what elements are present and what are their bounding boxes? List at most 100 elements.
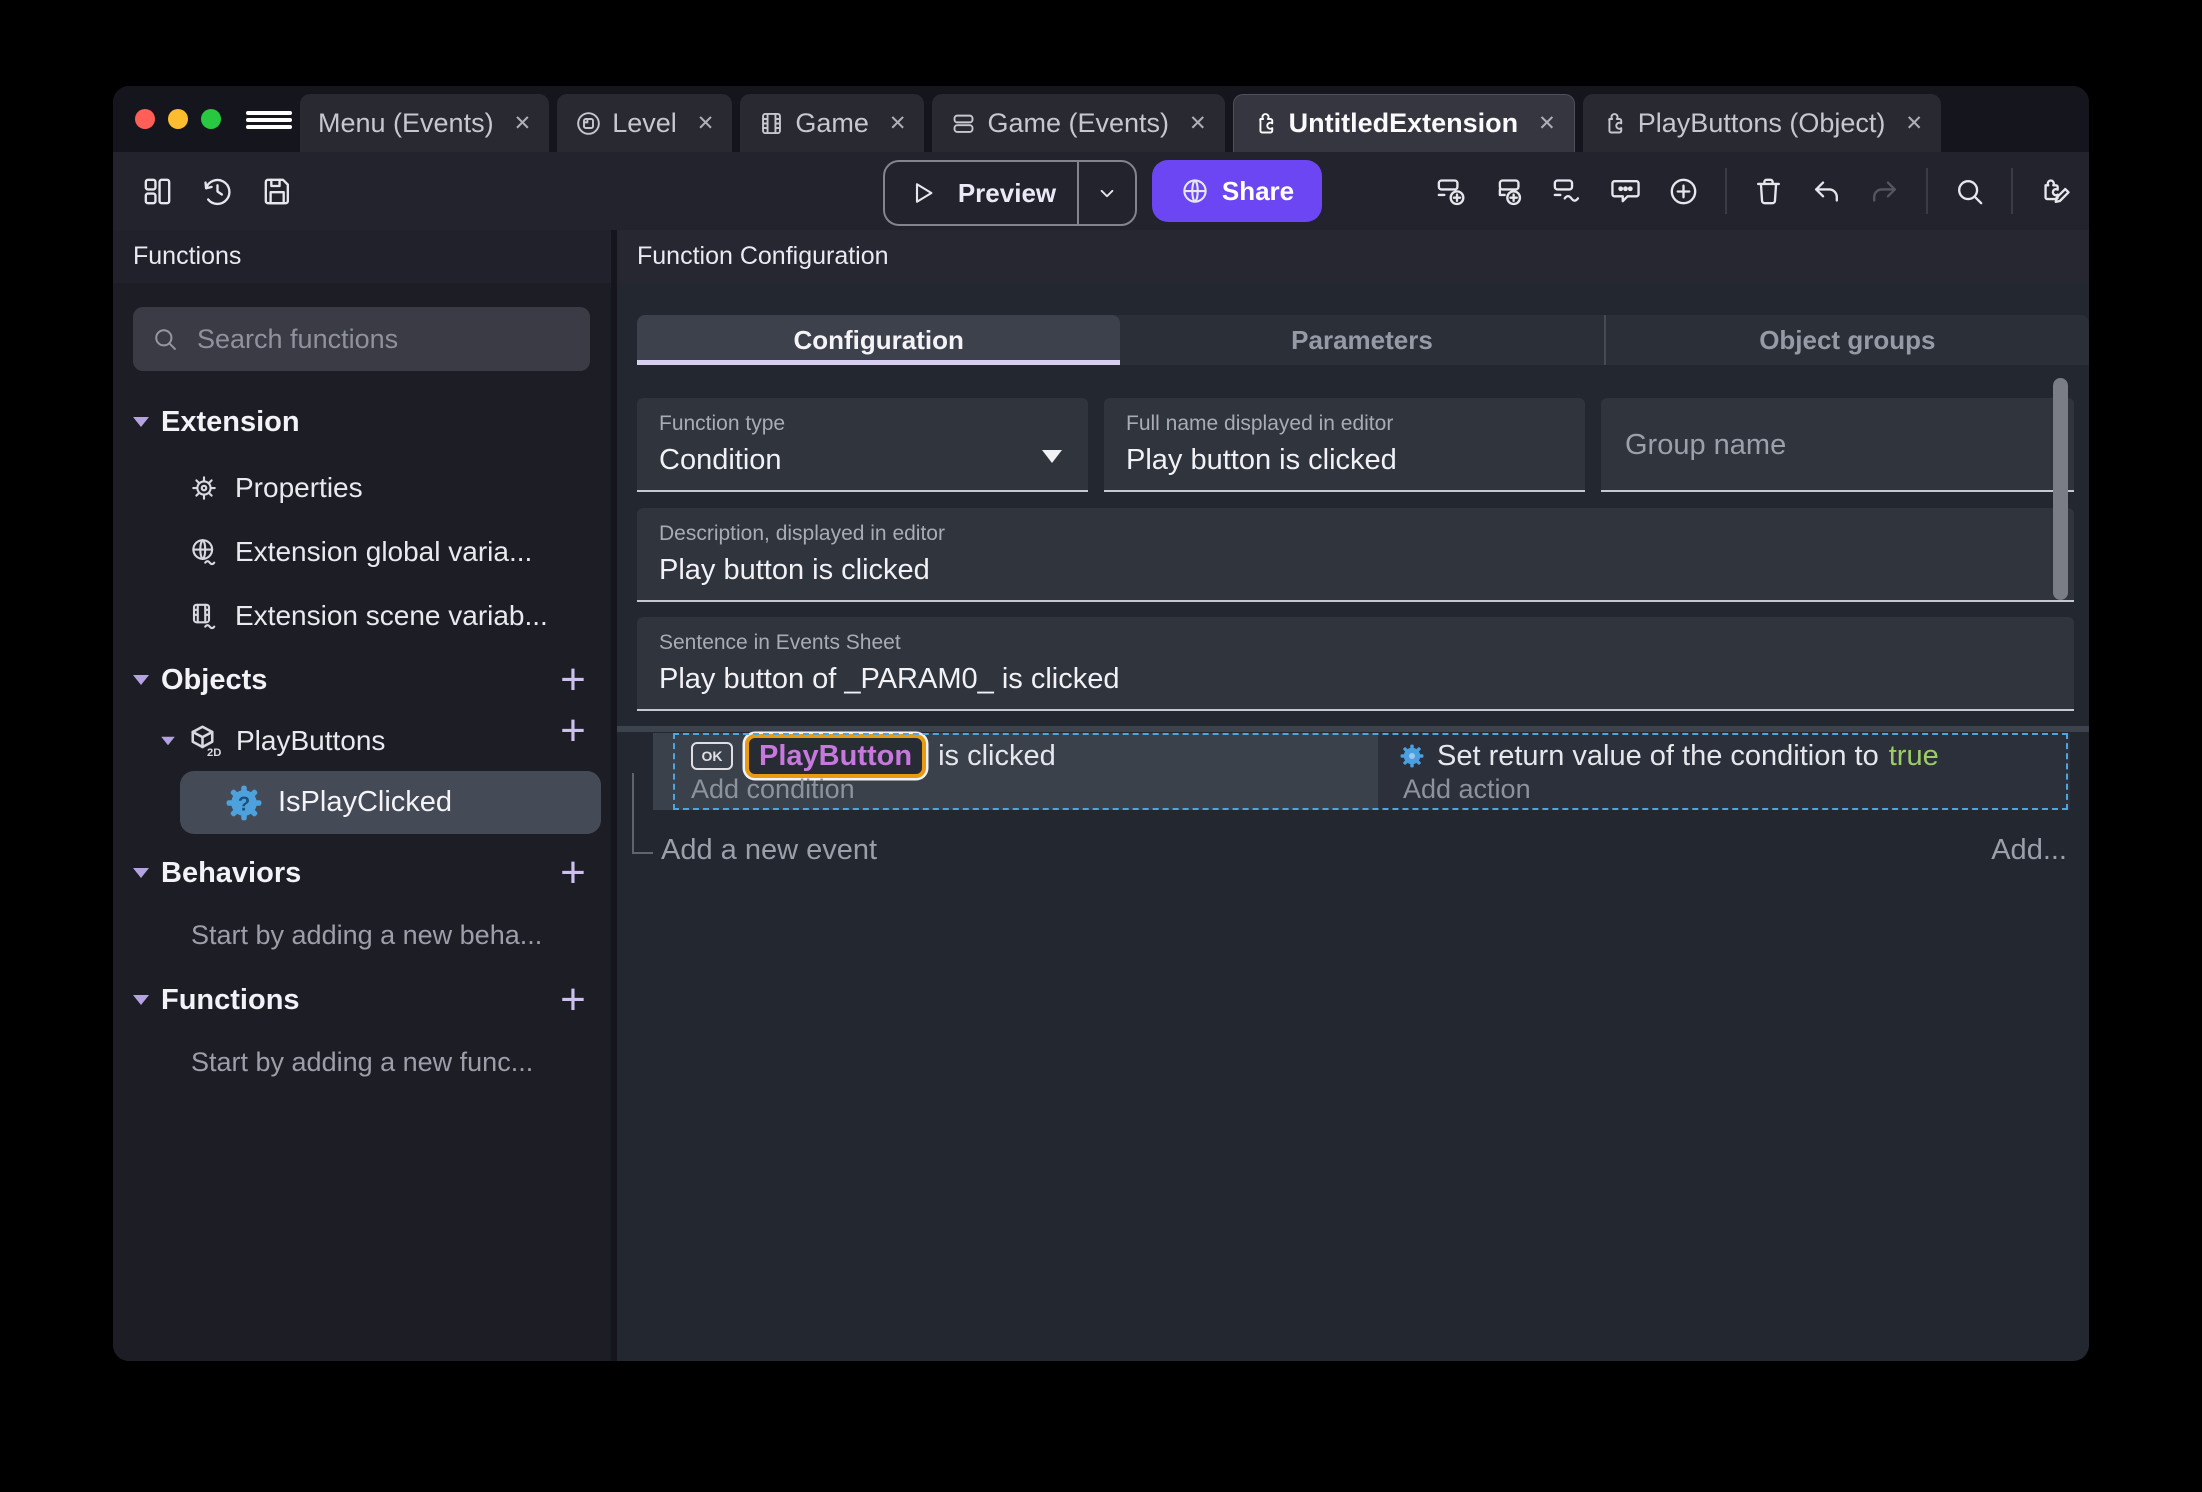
item-label: PlayButtons	[236, 725, 386, 756]
add-subevent-icon[interactable]	[1493, 175, 1526, 208]
tab-game-events[interactable]: Game (Events) ✕	[932, 94, 1225, 152]
sentence-field[interactable]: Sentence in Events Sheet Play button of …	[637, 617, 2074, 711]
event-tree-line	[632, 773, 634, 854]
add-comment-icon[interactable]	[1609, 175, 1642, 208]
sidebar-title: Functions	[113, 230, 611, 283]
tab-label: UntitledExtension	[1288, 108, 1519, 138]
group-name-field[interactable]	[1601, 398, 2074, 492]
full-name-field[interactable]: Full name displayed in editor Play butto…	[1104, 398, 1585, 492]
object-name-chip[interactable]: PlayButton	[745, 734, 927, 778]
close-icon[interactable]: ✕	[514, 111, 532, 136]
add-other-event-icon[interactable]	[1551, 175, 1584, 208]
add-object-button[interactable]: +	[551, 658, 595, 702]
close-icon[interactable]: ✕	[1189, 111, 1207, 136]
collapse-caret-icon[interactable]	[133, 868, 149, 878]
add-free-function-button[interactable]: +	[551, 978, 595, 1022]
field-value: Condition	[659, 444, 782, 476]
close-icon[interactable]: ✕	[1905, 111, 1923, 136]
close-icon[interactable]: ✕	[697, 111, 715, 136]
tab-level[interactable]: Level ✕	[557, 94, 733, 152]
add-condition-link[interactable]: Add condition	[691, 774, 855, 805]
section-label: Extension	[161, 405, 300, 438]
field-value: Play button of _PARAM0_ is clicked	[659, 663, 1120, 695]
functions-empty-hint: Start by adding a new func...	[191, 1046, 534, 1077]
configuration-tabs: Configuration Parameters Object groups	[637, 315, 2089, 365]
condition-row[interactable]: OK PlayButton is clicked	[691, 734, 1056, 778]
preview-button[interactable]: Preview	[883, 160, 1137, 226]
events-sheet-icon	[954, 114, 974, 133]
field-value: Play button is clicked	[659, 554, 930, 586]
sidebar-item-properties[interactable]: Properties	[113, 456, 611, 520]
behaviors-empty-hint: Start by adding a new beha...	[191, 919, 543, 950]
add-behavior-button[interactable]: +	[551, 851, 595, 895]
search-functions-box[interactable]	[133, 307, 590, 371]
tab-label: PlayButtons (Object)	[1637, 107, 1886, 138]
add-function-to-object-button[interactable]: +	[551, 709, 595, 753]
traffic-minimize-button[interactable]	[168, 109, 188, 129]
preview-dropdown-button[interactable]	[1077, 162, 1135, 224]
tab-label: Game (Events)	[987, 107, 1170, 138]
film-icon	[762, 112, 782, 134]
undo-icon[interactable]	[1810, 175, 1843, 208]
add-event-icon[interactable]	[1435, 175, 1468, 208]
section-extension[interactable]: Extension	[113, 402, 611, 442]
add-action-link[interactable]: Add action	[1403, 774, 1531, 805]
circle-plus-icon[interactable]	[1667, 175, 1700, 208]
search-functions-input[interactable]	[195, 322, 539, 356]
collapse-caret-icon[interactable]	[133, 675, 149, 685]
sidebar-item-playbuttons[interactable]: 2D PlayButtons +	[113, 709, 611, 771]
section-objects[interactable]: Objects +	[113, 658, 611, 702]
field-value: Play button is clicked	[1126, 444, 1397, 476]
traffic-zoom-button[interactable]	[201, 109, 221, 129]
sidebar-item-isplayclicked-selected[interactable]: ? IsPlayClicked	[180, 771, 601, 834]
collapse-caret-icon[interactable]	[161, 736, 175, 746]
sidebar-item-extension-global-variables[interactable]: Extension global varia...	[113, 520, 611, 584]
field-label: Function type	[659, 412, 786, 435]
add-more-link[interactable]: Add...	[1991, 834, 2067, 867]
tab-game[interactable]: Game ✕	[740, 94, 925, 152]
toolbar: Preview Share	[113, 152, 2089, 230]
close-icon[interactable]: ✕	[1538, 111, 1556, 136]
section-behaviors[interactable]: Behaviors +	[113, 851, 611, 895]
close-icon[interactable]: ✕	[889, 111, 907, 136]
tab-object-groups[interactable]: Object groups	[1603, 315, 2089, 365]
history-icon[interactable]	[201, 175, 234, 208]
section-label: Behaviors	[161, 856, 302, 889]
trash-icon[interactable]	[1752, 175, 1785, 208]
condition-text: is clicked	[938, 739, 1056, 772]
tab-untitled-extension[interactable]: UntitledExtension ✕	[1232, 94, 1575, 152]
search-icon[interactable]	[1953, 175, 1986, 208]
events-sheet: OK PlayButton is clicked Add condition S…	[617, 726, 2089, 966]
project-manager-icon[interactable]	[141, 175, 174, 208]
action-row[interactable]: Set return value of the condition to tru…	[1397, 736, 1939, 776]
collapse-caret-icon[interactable]	[133, 417, 149, 427]
action-gear-icon	[1400, 744, 1424, 768]
edit-extension-icon[interactable]	[2038, 175, 2071, 208]
field-label: Full name displayed in editor	[1126, 412, 1394, 435]
traffic-close-button[interactable]	[135, 109, 155, 129]
app-window: Menu (Events) ✕ Level ✕ Game ✕ Game (Eve…	[113, 86, 2089, 1361]
item-label: Extension global varia...	[235, 536, 533, 567]
field-label: Description, displayed in editor	[659, 522, 945, 545]
field-label: Sentence in Events Sheet	[659, 631, 901, 654]
section-functions[interactable]: Functions +	[113, 978, 611, 1022]
save-icon[interactable]	[261, 175, 294, 208]
redo-icon[interactable]	[1868, 175, 1901, 208]
share-button[interactable]: Share	[1152, 160, 1322, 222]
tab-configuration[interactable]: Configuration	[637, 315, 1121, 365]
tab-menu-events[interactable]: Menu (Events) ✕	[300, 94, 550, 152]
description-field[interactable]: Description, displayed in editor Play bu…	[637, 508, 2074, 602]
scene-icon	[577, 111, 600, 135]
vertical-scrollbar[interactable]	[2053, 378, 2068, 600]
tab-bar: Menu (Events) ✕ Level ✕ Game ✕ Game (Eve…	[113, 86, 2089, 152]
collapse-caret-icon[interactable]	[133, 995, 149, 1005]
function-type-select[interactable]: Function type Condition	[637, 398, 1088, 492]
condition-function-icon: ?	[226, 785, 262, 821]
dropdown-arrow-icon	[1042, 450, 1062, 463]
tab-parameters[interactable]: Parameters	[1120, 315, 1603, 365]
sidebar-item-extension-scene-variables[interactable]: Extension scene variab...	[113, 584, 611, 648]
tab-playbuttons-object[interactable]: PlayButtons (Object) ✕	[1582, 94, 1941, 152]
group-name-input[interactable]	[1623, 398, 2006, 492]
add-new-event-link[interactable]: Add a new event	[661, 834, 877, 867]
hamburger-menu-icon[interactable]	[246, 111, 292, 129]
